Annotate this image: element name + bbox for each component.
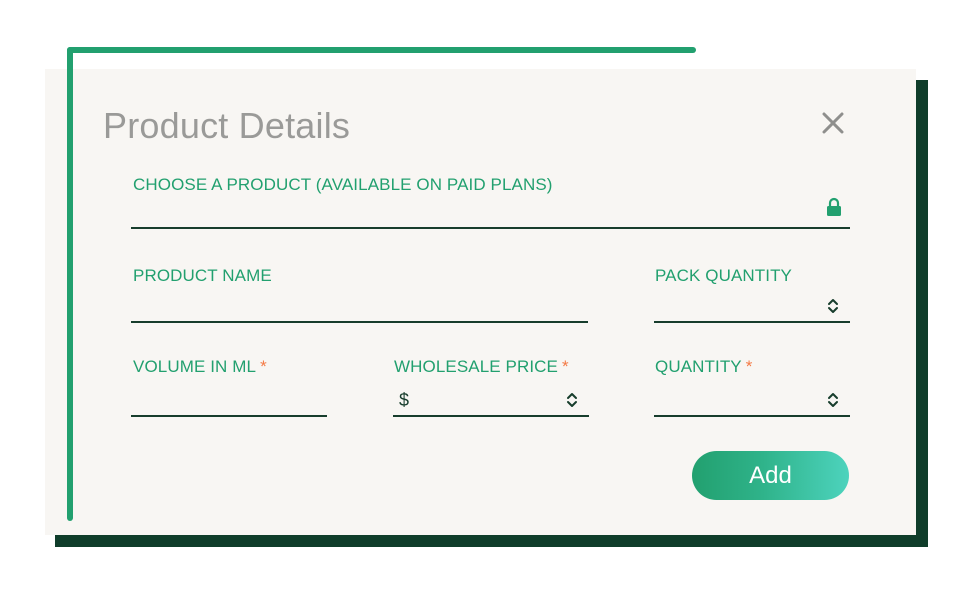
- quantity-label-text: QUANTITY: [655, 357, 742, 376]
- pack-quantity-field[interactable]: [655, 290, 815, 320]
- pack-quantity-underline: [654, 321, 850, 323]
- add-button[interactable]: Add: [692, 451, 849, 500]
- accent-bar-left: [67, 47, 73, 521]
- quantity-underline: [654, 415, 850, 417]
- close-button[interactable]: [818, 108, 848, 138]
- currency-symbol: $: [399, 390, 410, 410]
- close-icon: [822, 112, 844, 134]
- quantity-label: QUANTITY *: [655, 357, 752, 377]
- product-name-field[interactable]: [131, 290, 588, 320]
- pack-quantity-label: PACK QUANTITY: [655, 266, 793, 285]
- quantity-spinner-icon[interactable]: [826, 390, 840, 410]
- required-asterisk: *: [260, 357, 267, 376]
- required-asterisk: *: [562, 357, 569, 376]
- choose-product-label: CHOOSE A PRODUCT (AVAILABLE ON PAID PLAN…: [133, 175, 553, 194]
- wholesale-price-underline: [393, 415, 589, 417]
- choose-product-field[interactable]: [131, 196, 816, 226]
- volume-ml-field[interactable]: [131, 384, 327, 414]
- choose-product-underline: [131, 227, 850, 229]
- volume-ml-label: VOLUME IN ML *: [133, 357, 267, 377]
- wholesale-price-label: WHOLESALE PRICE *: [394, 357, 569, 377]
- quantity-field[interactable]: [655, 384, 815, 414]
- wholesale-price-spinner-icon[interactable]: [565, 390, 579, 410]
- dialog-title: Product Details: [103, 105, 351, 146]
- wholesale-price-label-text: WHOLESALE PRICE: [394, 357, 558, 376]
- product-name-underline: [131, 321, 588, 323]
- accent-bar-top: [67, 47, 696, 53]
- wholesale-price-field[interactable]: [416, 384, 556, 414]
- required-asterisk: *: [745, 357, 753, 376]
- pack-quantity-spinner-icon[interactable]: [826, 296, 840, 316]
- volume-ml-label-text: VOLUME IN ML: [133, 357, 257, 376]
- volume-ml-underline: [131, 415, 327, 417]
- product-details-stage: Product Details CHOOSE A PRODUCT (AVAILA…: [0, 0, 960, 608]
- product-name-label: PRODUCT NAME: [133, 266, 272, 285]
- lock-icon: [827, 197, 841, 216]
